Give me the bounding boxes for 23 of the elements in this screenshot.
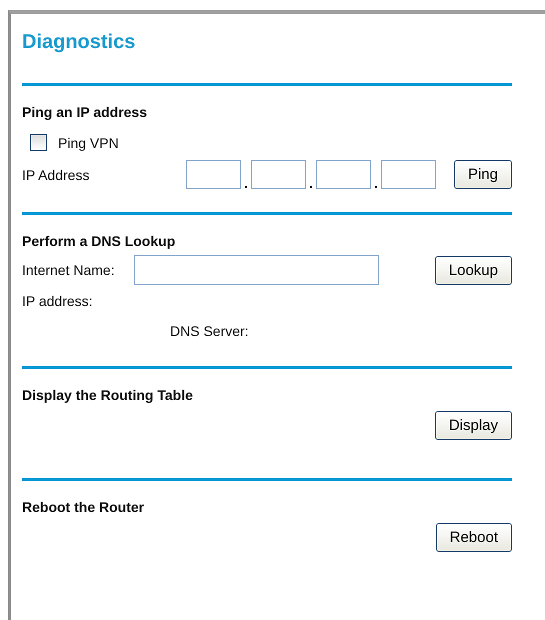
result-label: DNS Server:	[170, 323, 249, 339]
ip-octet-field[interactable]	[186, 160, 241, 189]
display-button[interactable]: Display	[434, 411, 512, 440]
section-heading: Ping an IP address	[22, 104, 148, 120]
result-label: IP address:	[22, 293, 93, 309]
page-title: Diagnostics	[22, 30, 136, 54]
internet-name-field[interactable]	[134, 255, 379, 285]
separator-dot: .	[308, 175, 314, 191]
ping-button[interactable]: Ping	[454, 160, 512, 189]
checkbox[interactable]	[30, 134, 47, 151]
separator-dot: .	[243, 175, 249, 191]
field-label: Internet Name:	[22, 262, 115, 278]
ip-octet-field[interactable]	[316, 160, 371, 189]
lookup-button[interactable]: Lookup	[434, 256, 512, 284]
field-label: IP Address	[22, 166, 90, 182]
section-heading: Reboot the Router	[22, 499, 144, 515]
section-heading: Display the Routing Table	[22, 387, 193, 403]
checkbox-label: Ping VPN	[58, 134, 119, 150]
section-heading: Perform a DNS Lookup	[22, 233, 176, 249]
reboot-button[interactable]: Reboot	[436, 523, 512, 552]
ip-octet-field[interactable]	[251, 160, 306, 189]
separator-dot: .	[373, 175, 379, 191]
ip-octet-field[interactable]	[381, 160, 436, 189]
